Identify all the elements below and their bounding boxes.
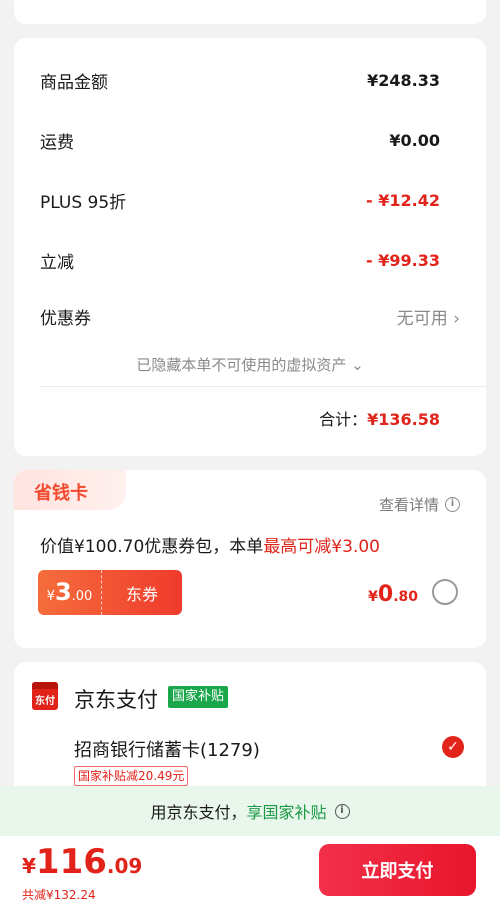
- goods-amount-label: 商品金额: [40, 73, 108, 93]
- goods-amount-value: ¥248.33: [367, 71, 440, 90]
- total-value: ¥136.58: [367, 410, 440, 429]
- shipping-label: 运费: [40, 133, 74, 153]
- view-details-link[interactable]: 查看详情 i: [379, 494, 460, 515]
- subsidy-banner: 用京东支付，享国家补贴 i: [0, 786, 500, 836]
- jd-pay-icon: 东付: [32, 682, 58, 710]
- banner-text: 用京东支付，享国家补贴: [150, 803, 327, 822]
- coupon-value: 无可用 ›: [396, 309, 460, 329]
- chevron-down-icon: ⌄: [351, 356, 364, 374]
- coupon-row[interactable]: 优惠券 无可用 ›: [40, 304, 460, 329]
- pay-now-button[interactable]: 立即支付: [319, 844, 476, 896]
- total-saved: 共减¥132.24: [22, 888, 96, 902]
- payment-method-title: 京东支付: [74, 688, 158, 712]
- plus-discount-row[interactable]: PLUS 95折 - ¥12.42: [40, 188, 440, 213]
- subsidy-tag: 国家补贴减20.49元: [74, 766, 189, 786]
- plus-discount-value: - ¥12.42: [366, 191, 440, 210]
- info-icon: i: [445, 497, 460, 512]
- coupon-amount: ¥3.00: [38, 570, 102, 615]
- saver-card-tag: 省钱卡: [14, 470, 126, 510]
- bank-card-option[interactable]: 招商银行储蓄卡(1279): [74, 736, 260, 762]
- shipping-row: 运费 ¥0.00: [40, 128, 440, 153]
- price-summary-card: 商品金额 ¥248.33 运费 ¥0.00 PLUS 95折 - ¥12.42 …: [14, 38, 486, 456]
- instant-discount-value: - ¥99.33: [366, 251, 440, 270]
- total-label: 合计：: [319, 410, 368, 429]
- saver-description: 价值¥100.70优惠券包，本单最高可减¥3.00: [40, 537, 380, 557]
- divider: [40, 386, 486, 387]
- saver-card-radio[interactable]: [432, 579, 458, 605]
- coupon-label: 优惠券: [40, 309, 91, 329]
- saver-card-price: ¥0.80: [368, 582, 418, 607]
- shipping-value: ¥0.00: [389, 131, 440, 150]
- chevron-right-icon: ›: [453, 309, 460, 329]
- checkout-bar: ¥116.09 共减¥132.24 立即支付: [0, 836, 500, 903]
- subsidy-badge: 国家补贴: [168, 686, 229, 708]
- check-icon[interactable]: ✓: [442, 736, 464, 758]
- hidden-assets-toggle[interactable]: 已隐藏本单不可使用的虚拟资产 ⌄: [14, 354, 486, 375]
- goods-amount-row: 商品金额 ¥248.33: [40, 68, 440, 93]
- coupon-type-label: 东券: [125, 584, 158, 604]
- saver-card: 省钱卡 查看详情 i 价值¥100.70优惠券包，本单最高可减¥3.00 ¥3.…: [14, 470, 486, 648]
- final-price: ¥116.09: [22, 842, 143, 882]
- previous-card: [14, 0, 486, 24]
- instant-discount-label: 立减: [40, 253, 74, 273]
- coupon-ticket: ¥3.00 东券: [38, 570, 182, 615]
- plus-discount-label: PLUS 95折: [40, 193, 127, 213]
- total-row: 合计：¥136.58: [319, 406, 440, 430]
- info-icon[interactable]: i: [334, 803, 350, 819]
- instant-discount-row[interactable]: 立减 - ¥99.33: [40, 248, 440, 273]
